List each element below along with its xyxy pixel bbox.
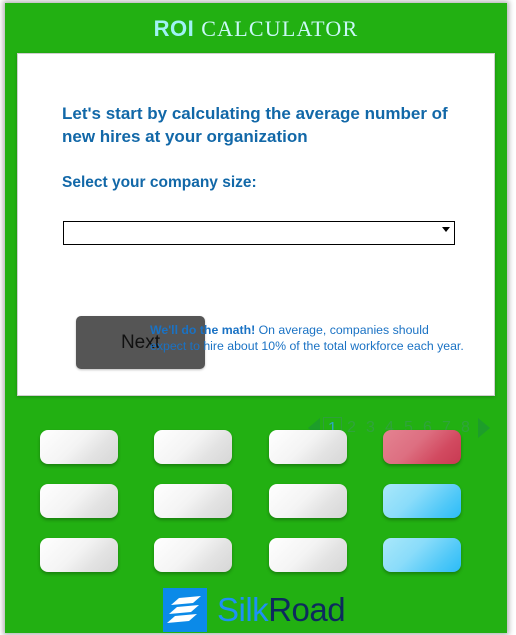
keypad-button-r2c3[interactable] <box>269 484 347 518</box>
keypad-button-r1c2[interactable] <box>154 430 232 464</box>
green-frame: ROI CALCULATOR Let's start by calculating… <box>5 3 507 633</box>
chevron-down-icon[interactable] <box>442 227 450 232</box>
keypad-button-r1c3[interactable] <box>269 430 347 464</box>
keypad-button-r2c1[interactable] <box>40 484 118 518</box>
keypad-button-r3c4[interactable] <box>383 538 461 572</box>
app-title-bold: ROI <box>153 16 195 41</box>
keypad-button-r3c2[interactable] <box>154 538 232 572</box>
app-header: ROI CALCULATOR <box>5 3 507 55</box>
keypad-button-r2c4[interactable] <box>383 484 461 518</box>
logo-word-second: Road <box>268 591 346 628</box>
keypad-button-r2c2[interactable] <box>154 484 232 518</box>
page-title: Let's start by calculating the average n… <box>62 104 448 146</box>
app-title-rest: CALCULATOR <box>201 16 359 41</box>
company-size-select[interactable] <box>63 221 455 245</box>
logo-word-first: Silk <box>217 591 269 628</box>
keypad-button-r1c4[interactable] <box>383 430 461 464</box>
keypad <box>40 430 474 573</box>
arrow-right-icon[interactable] <box>478 418 490 438</box>
roi-calculator-window: ROI CALCULATOR Let's start by calculating… <box>0 0 516 635</box>
math-hint-bold: We'll do the math! <box>150 323 256 337</box>
keypad-button-r1c1[interactable] <box>40 430 118 464</box>
company-size-label: Select your company size: <box>62 174 257 191</box>
math-hint-text: We'll do the math! On average, companies… <box>150 322 468 354</box>
company-size-select-wrapper[interactable] <box>63 221 455 245</box>
content-panel: Let's start by calculating the average n… <box>17 53 495 439</box>
silkroad-logo: SilkRoad <box>163 588 346 632</box>
silkroad-bars-icon <box>163 588 207 632</box>
keypad-button-r3c3[interactable] <box>269 538 347 572</box>
silkroad-wordmark: SilkRoad <box>217 591 346 629</box>
keypad-button-r3c1[interactable] <box>40 538 118 572</box>
